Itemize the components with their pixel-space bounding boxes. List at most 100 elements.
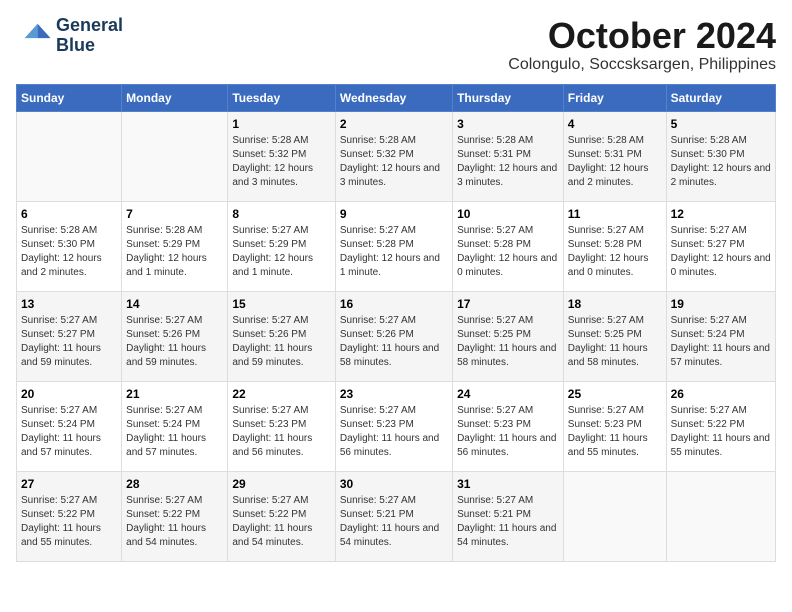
day-info: Sunrise: 5:27 AM Sunset: 5:23 PM Dayligh… bbox=[232, 404, 330, 460]
day-info: Sunrise: 5:27 AM Sunset: 5:26 PM Dayligh… bbox=[126, 314, 223, 370]
day-number: 17 bbox=[457, 296, 559, 313]
day-info: Sunrise: 5:27 AM Sunset: 5:21 PM Dayligh… bbox=[457, 494, 559, 550]
calendar-cell: 3Sunrise: 5:28 AM Sunset: 5:31 PM Daylig… bbox=[453, 111, 564, 201]
calendar-cell: 4Sunrise: 5:28 AM Sunset: 5:31 PM Daylig… bbox=[563, 111, 666, 201]
day-number: 23 bbox=[340, 386, 448, 403]
day-number: 4 bbox=[568, 116, 662, 133]
calendar-cell: 26Sunrise: 5:27 AM Sunset: 5:22 PM Dayli… bbox=[666, 381, 775, 471]
day-info: Sunrise: 5:28 AM Sunset: 5:29 PM Dayligh… bbox=[126, 224, 223, 280]
calendar-cell: 28Sunrise: 5:27 AM Sunset: 5:22 PM Dayli… bbox=[122, 471, 228, 561]
calendar-cell: 2Sunrise: 5:28 AM Sunset: 5:32 PM Daylig… bbox=[335, 111, 452, 201]
logo-text: General Blue bbox=[56, 16, 123, 56]
calendar-cell: 5Sunrise: 5:28 AM Sunset: 5:30 PM Daylig… bbox=[666, 111, 775, 201]
day-number: 5 bbox=[671, 116, 771, 133]
calendar-cell: 30Sunrise: 5:27 AM Sunset: 5:21 PM Dayli… bbox=[335, 471, 452, 561]
day-info: Sunrise: 5:27 AM Sunset: 5:28 PM Dayligh… bbox=[340, 224, 448, 280]
day-info: Sunrise: 5:27 AM Sunset: 5:27 PM Dayligh… bbox=[671, 224, 771, 280]
calendar-cell: 14Sunrise: 5:27 AM Sunset: 5:26 PM Dayli… bbox=[122, 291, 228, 381]
calendar-cell: 11Sunrise: 5:27 AM Sunset: 5:28 PM Dayli… bbox=[563, 201, 666, 291]
calendar-cell bbox=[563, 471, 666, 561]
day-info: Sunrise: 5:27 AM Sunset: 5:24 PM Dayligh… bbox=[21, 404, 117, 460]
day-number: 28 bbox=[126, 476, 223, 493]
day-number: 29 bbox=[232, 476, 330, 493]
calendar-week-row: 6Sunrise: 5:28 AM Sunset: 5:30 PM Daylig… bbox=[17, 201, 776, 291]
calendar-cell bbox=[17, 111, 122, 201]
calendar-cell: 16Sunrise: 5:27 AM Sunset: 5:26 PM Dayli… bbox=[335, 291, 452, 381]
day-number: 27 bbox=[21, 476, 117, 493]
day-info: Sunrise: 5:27 AM Sunset: 5:26 PM Dayligh… bbox=[232, 314, 330, 370]
month-title: October 2024 bbox=[508, 16, 776, 56]
day-number: 26 bbox=[671, 386, 771, 403]
day-number: 20 bbox=[21, 386, 117, 403]
day-info: Sunrise: 5:27 AM Sunset: 5:28 PM Dayligh… bbox=[568, 224, 662, 280]
day-number: 19 bbox=[671, 296, 771, 313]
title-section: October 2024 Colongulo, Soccsksargen, Ph… bbox=[508, 16, 776, 74]
day-info: Sunrise: 5:27 AM Sunset: 5:23 PM Dayligh… bbox=[457, 404, 559, 460]
page-header: General Blue October 2024 Colongulo, Soc… bbox=[16, 16, 776, 74]
header-day: Thursday bbox=[453, 84, 564, 111]
day-info: Sunrise: 5:27 AM Sunset: 5:28 PM Dayligh… bbox=[457, 224, 559, 280]
calendar-cell: 20Sunrise: 5:27 AM Sunset: 5:24 PM Dayli… bbox=[17, 381, 122, 471]
calendar-cell bbox=[122, 111, 228, 201]
day-number: 31 bbox=[457, 476, 559, 493]
day-number: 22 bbox=[232, 386, 330, 403]
day-info: Sunrise: 5:28 AM Sunset: 5:31 PM Dayligh… bbox=[457, 134, 559, 190]
calendar-cell: 10Sunrise: 5:27 AM Sunset: 5:28 PM Dayli… bbox=[453, 201, 564, 291]
day-info: Sunrise: 5:27 AM Sunset: 5:22 PM Dayligh… bbox=[232, 494, 330, 550]
day-number: 3 bbox=[457, 116, 559, 133]
day-info: Sunrise: 5:27 AM Sunset: 5:21 PM Dayligh… bbox=[340, 494, 448, 550]
logo-icon bbox=[16, 18, 52, 54]
calendar-cell: 25Sunrise: 5:27 AM Sunset: 5:23 PM Dayli… bbox=[563, 381, 666, 471]
calendar-cell: 29Sunrise: 5:27 AM Sunset: 5:22 PM Dayli… bbox=[228, 471, 335, 561]
day-info: Sunrise: 5:27 AM Sunset: 5:24 PM Dayligh… bbox=[671, 314, 771, 370]
day-number: 21 bbox=[126, 386, 223, 403]
calendar-cell: 15Sunrise: 5:27 AM Sunset: 5:26 PM Dayli… bbox=[228, 291, 335, 381]
header-day: Friday bbox=[563, 84, 666, 111]
day-info: Sunrise: 5:28 AM Sunset: 5:30 PM Dayligh… bbox=[21, 224, 117, 280]
day-number: 9 bbox=[340, 206, 448, 223]
calendar-week-row: 20Sunrise: 5:27 AM Sunset: 5:24 PM Dayli… bbox=[17, 381, 776, 471]
day-number: 14 bbox=[126, 296, 223, 313]
header-day: Wednesday bbox=[335, 84, 452, 111]
calendar-cell: 24Sunrise: 5:27 AM Sunset: 5:23 PM Dayli… bbox=[453, 381, 564, 471]
calendar-cell: 31Sunrise: 5:27 AM Sunset: 5:21 PM Dayli… bbox=[453, 471, 564, 561]
day-number: 16 bbox=[340, 296, 448, 313]
calendar-cell bbox=[666, 471, 775, 561]
calendar-cell: 19Sunrise: 5:27 AM Sunset: 5:24 PM Dayli… bbox=[666, 291, 775, 381]
day-info: Sunrise: 5:27 AM Sunset: 5:25 PM Dayligh… bbox=[568, 314, 662, 370]
day-info: Sunrise: 5:27 AM Sunset: 5:22 PM Dayligh… bbox=[126, 494, 223, 550]
calendar-cell: 27Sunrise: 5:27 AM Sunset: 5:22 PM Dayli… bbox=[17, 471, 122, 561]
day-info: Sunrise: 5:27 AM Sunset: 5:24 PM Dayligh… bbox=[126, 404, 223, 460]
day-info: Sunrise: 5:28 AM Sunset: 5:32 PM Dayligh… bbox=[340, 134, 448, 190]
calendar-cell: 8Sunrise: 5:27 AM Sunset: 5:29 PM Daylig… bbox=[228, 201, 335, 291]
day-info: Sunrise: 5:27 AM Sunset: 5:25 PM Dayligh… bbox=[457, 314, 559, 370]
day-number: 13 bbox=[21, 296, 117, 313]
day-number: 2 bbox=[340, 116, 448, 133]
day-info: Sunrise: 5:27 AM Sunset: 5:22 PM Dayligh… bbox=[671, 404, 771, 460]
header-day: Saturday bbox=[666, 84, 775, 111]
day-number: 11 bbox=[568, 206, 662, 223]
day-number: 10 bbox=[457, 206, 559, 223]
day-number: 8 bbox=[232, 206, 330, 223]
day-number: 1 bbox=[232, 116, 330, 133]
header-row: SundayMondayTuesdayWednesdayThursdayFrid… bbox=[17, 84, 776, 111]
day-number: 18 bbox=[568, 296, 662, 313]
header-day: Tuesday bbox=[228, 84, 335, 111]
calendar-cell: 1Sunrise: 5:28 AM Sunset: 5:32 PM Daylig… bbox=[228, 111, 335, 201]
calendar-week-row: 27Sunrise: 5:27 AM Sunset: 5:22 PM Dayli… bbox=[17, 471, 776, 561]
day-info: Sunrise: 5:27 AM Sunset: 5:23 PM Dayligh… bbox=[340, 404, 448, 460]
day-number: 24 bbox=[457, 386, 559, 403]
logo: General Blue bbox=[16, 16, 123, 56]
day-info: Sunrise: 5:28 AM Sunset: 5:31 PM Dayligh… bbox=[568, 134, 662, 190]
day-info: Sunrise: 5:27 AM Sunset: 5:23 PM Dayligh… bbox=[568, 404, 662, 460]
location-title: Colongulo, Soccsksargen, Philippines bbox=[508, 56, 776, 74]
calendar-cell: 6Sunrise: 5:28 AM Sunset: 5:30 PM Daylig… bbox=[17, 201, 122, 291]
day-info: Sunrise: 5:27 AM Sunset: 5:27 PM Dayligh… bbox=[21, 314, 117, 370]
calendar-cell: 22Sunrise: 5:27 AM Sunset: 5:23 PM Dayli… bbox=[228, 381, 335, 471]
calendar-cell: 21Sunrise: 5:27 AM Sunset: 5:24 PM Dayli… bbox=[122, 381, 228, 471]
day-number: 7 bbox=[126, 206, 223, 223]
day-info: Sunrise: 5:27 AM Sunset: 5:22 PM Dayligh… bbox=[21, 494, 117, 550]
calendar-week-row: 13Sunrise: 5:27 AM Sunset: 5:27 PM Dayli… bbox=[17, 291, 776, 381]
calendar-cell: 12Sunrise: 5:27 AM Sunset: 5:27 PM Dayli… bbox=[666, 201, 775, 291]
day-number: 30 bbox=[340, 476, 448, 493]
